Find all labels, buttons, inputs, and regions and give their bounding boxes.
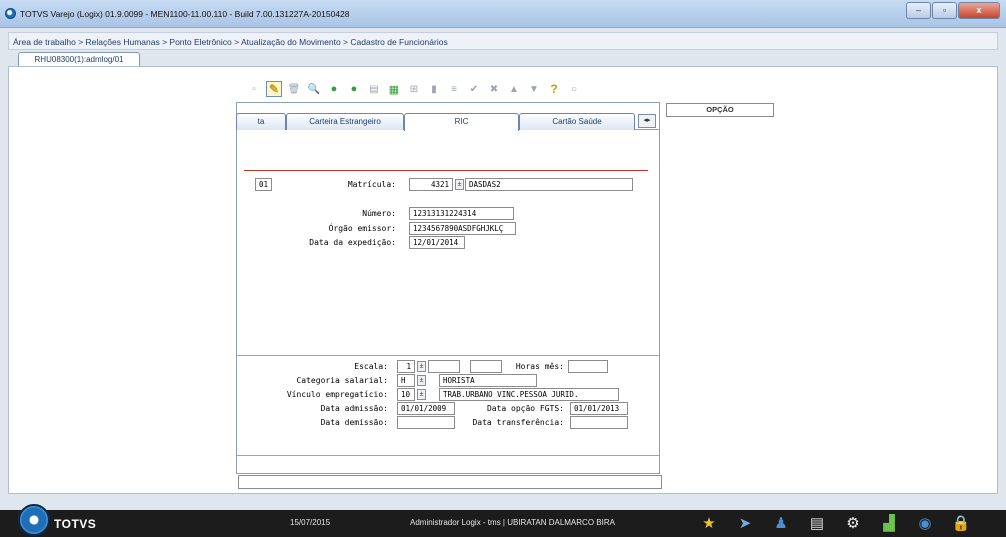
edit-icon[interactable]: ✎ bbox=[266, 81, 282, 97]
delete-icon[interactable]: 🗑 bbox=[286, 81, 302, 97]
tab-cartao-saude[interactable]: Cartão Saúde bbox=[519, 113, 635, 130]
categoria-salarial-field[interactable]: H bbox=[397, 374, 415, 387]
opcao-box: OPÇÃO bbox=[666, 103, 774, 117]
data-demissao-label: Data demissão: bbox=[320, 418, 388, 427]
categoria-salarial-label: Categoria salarial: bbox=[296, 376, 388, 385]
breadcrumb-bar: Área de trabalho > Relações Humanas > Po… bbox=[8, 32, 998, 50]
data-expedicao-field[interactable]: 12/01/2014 bbox=[409, 236, 465, 249]
tab-ric[interactable]: RIC bbox=[404, 113, 519, 131]
up-icon[interactable]: ▲ bbox=[506, 81, 522, 97]
new-icon[interactable]: ▫ bbox=[246, 81, 262, 97]
empresa-field[interactable]: 01 bbox=[255, 178, 272, 191]
divider bbox=[244, 170, 648, 171]
escala-extra-field[interactable] bbox=[470, 360, 502, 373]
binoculars-icon[interactable]: ⊞ bbox=[406, 81, 422, 97]
send-icon[interactable]: ➤ bbox=[730, 514, 760, 534]
close-button[interactable]: x bbox=[958, 2, 1000, 19]
vinculo-desc-field: TRAB.URBANO VINC.PESSOA JURID. bbox=[439, 388, 619, 401]
tray-icons: ★ ➤ ♟ ▤ ⚙ ▟ ◉ 🔒 bbox=[694, 514, 982, 534]
data-admissao-field[interactable]: 01/01/2009 bbox=[397, 402, 455, 415]
horas-mes-label: Horas mês: bbox=[515, 362, 564, 371]
escala-field[interactable]: 1 bbox=[397, 360, 415, 373]
confirm-icon[interactable]: ✔ bbox=[466, 81, 482, 97]
window-title: TOTVS Varejo (Logix) 01.9.0099 - MEN1100… bbox=[20, 9, 350, 19]
data-expedicao-label: Data da expedição: bbox=[309, 238, 396, 247]
minimize-button[interactable]: – bbox=[906, 2, 931, 19]
totvs-logo-text: TOTVS bbox=[54, 517, 97, 531]
window-title-bar: TOTVS Varejo (Logix) 01.9.0099 - MEN1100… bbox=[0, 0, 1006, 28]
vinculo-lookup[interactable]: ± bbox=[417, 389, 426, 400]
first-icon[interactable]: ● bbox=[326, 81, 342, 97]
search-icon[interactable]: 🔍 bbox=[306, 81, 322, 97]
horas-mes-field[interactable] bbox=[568, 360, 608, 373]
detail-icon[interactable]: ▮ bbox=[426, 81, 442, 97]
settings-icon[interactable]: ⚙ bbox=[838, 514, 868, 534]
numero-label: Número: bbox=[362, 209, 396, 218]
print-icon[interactable]: ▤ bbox=[366, 81, 382, 97]
taskbar: TOTVS 15/07/2015 Administrador Logix - t… bbox=[0, 504, 1006, 537]
chart-icon[interactable]: ▟ bbox=[874, 514, 904, 534]
printer-icon[interactable]: ▤ bbox=[802, 514, 832, 534]
totvs-logo-icon[interactable] bbox=[18, 504, 50, 536]
section-separator bbox=[237, 355, 659, 356]
nome-field[interactable]: DASDAS2 bbox=[465, 178, 633, 191]
taskbar-user: Administrador Logix - tms | UBIRATAN DAL… bbox=[410, 518, 615, 527]
matricula-lookup[interactable]: ± bbox=[455, 179, 464, 190]
data-demissao-field[interactable] bbox=[397, 416, 455, 429]
orgao-emissor-field[interactable]: 1234567890ASDFGHJKLÇ bbox=[409, 222, 516, 235]
down-icon[interactable]: ▼ bbox=[526, 81, 542, 97]
taskbar-date: 15/07/2015 bbox=[290, 518, 331, 527]
window-controls: – ▫ x bbox=[905, 2, 1000, 19]
data-admissao-label: Data admissão: bbox=[320, 404, 388, 413]
escala-lookup[interactable]: ± bbox=[417, 361, 426, 372]
document-tabs: RHU08300(1):admlog/01 bbox=[8, 52, 998, 67]
orgao-emissor-label: Órgão emissor: bbox=[328, 224, 396, 233]
user-icon[interactable]: ♟ bbox=[766, 514, 796, 534]
app-icon bbox=[5, 8, 16, 19]
tab-carteira-estrangeiro[interactable]: Carteira Estrangeiro bbox=[286, 113, 404, 130]
star-icon[interactable]: ★ bbox=[694, 514, 724, 534]
next-icon[interactable]: ● bbox=[346, 81, 362, 97]
categoria-lookup[interactable]: ± bbox=[417, 375, 426, 386]
data-transferencia-label: Data transferência: bbox=[472, 418, 564, 427]
toolbar: ▫ ✎ 🗑 🔍 ● ● ▤ ▦ ⊞ ▮ ≡ ✔ ✖ ▲ ▼ ? ○ bbox=[246, 79, 666, 99]
breadcrumb[interactable]: Área de trabalho > Relações Humanas > Po… bbox=[13, 37, 448, 47]
tab-partial[interactable]: ta bbox=[236, 113, 286, 130]
escala-desc-field[interactable] bbox=[428, 360, 460, 373]
matricula-field[interactable]: 4321 bbox=[409, 178, 453, 191]
export-icon[interactable]: ▦ bbox=[386, 81, 402, 97]
matricula-label: Matrícula: bbox=[347, 180, 396, 189]
tab-rhu08300[interactable]: RHU08300(1):admlog/01 bbox=[18, 52, 140, 67]
comment-icon[interactable]: ○ bbox=[566, 81, 582, 97]
numero-field[interactable]: 12313131224314 bbox=[409, 207, 514, 220]
vinculo-field[interactable]: 10 bbox=[397, 388, 415, 401]
data-opcao-fgts-label: Data opção FGTS: bbox=[486, 404, 564, 413]
lock-icon[interactable]: 🔒 bbox=[946, 514, 976, 534]
help-circle-icon[interactable]: ◉ bbox=[910, 514, 940, 534]
data-transferencia-field[interactable] bbox=[570, 416, 628, 429]
field-tabs: ta Carteira Estrangeiro RIC Cartão Saúde… bbox=[236, 113, 660, 131]
section-separator-bottom bbox=[237, 455, 659, 456]
escala-label: Escala: bbox=[354, 362, 388, 371]
help-icon[interactable]: ? bbox=[546, 81, 562, 97]
data-opcao-fgts-field[interactable]: 01/01/2013 bbox=[570, 402, 628, 415]
status-message-field bbox=[238, 475, 662, 489]
tab-scroll-arrows[interactable]: ◂▸ bbox=[638, 114, 656, 128]
vinculo-label: Vínculo empregatício: bbox=[286, 390, 388, 399]
maximize-button[interactable]: ▫ bbox=[932, 2, 957, 19]
categoria-desc-field: HORISTA bbox=[439, 374, 537, 387]
cancel-icon[interactable]: ✖ bbox=[486, 81, 502, 97]
list-icon[interactable]: ≡ bbox=[446, 81, 462, 97]
